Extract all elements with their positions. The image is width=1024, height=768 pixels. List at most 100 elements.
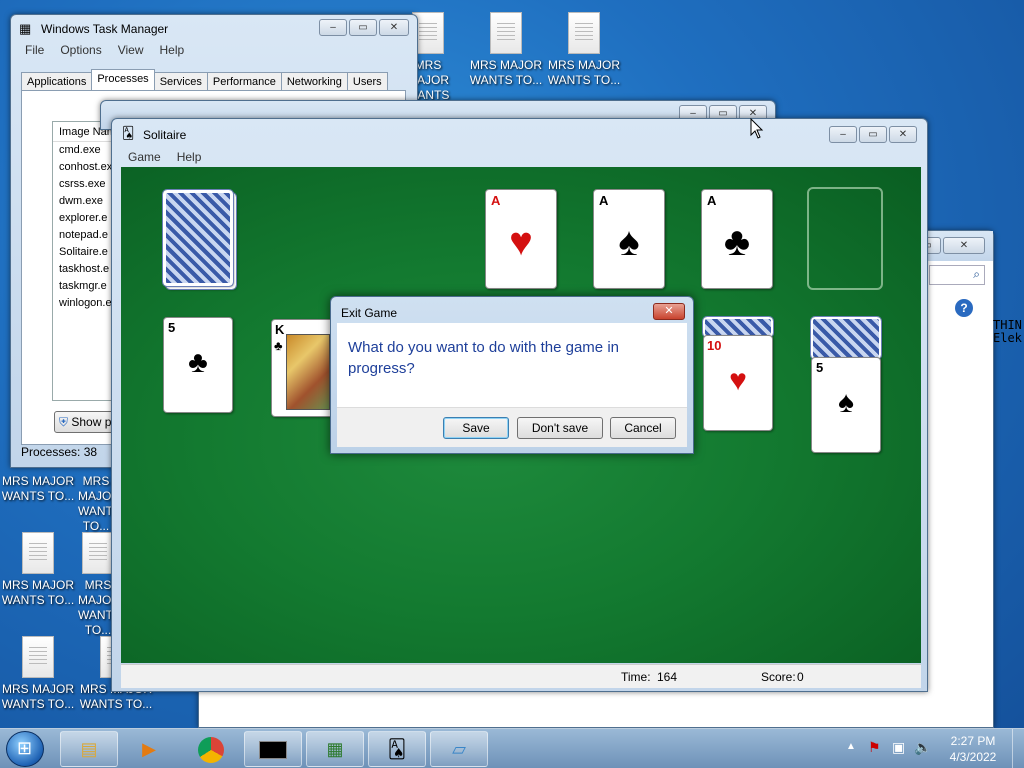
menu-bar: Game Help bbox=[128, 150, 201, 164]
menu-bar: File Options View Help bbox=[25, 43, 184, 57]
action-center-icon[interactable]: ⚑ bbox=[868, 739, 881, 756]
card-rank: A bbox=[707, 193, 717, 208]
minimize-button[interactable]: – bbox=[319, 19, 347, 36]
desktop-icon-label: MRS MAJOR bbox=[2, 474, 74, 488]
menu-game[interactable]: Game bbox=[128, 150, 161, 164]
media-player-icon: ▶ bbox=[142, 739, 156, 759]
process-count: Processes: 38 bbox=[21, 445, 98, 459]
network-icon[interactable]: ▣ bbox=[892, 739, 905, 756]
menu-view[interactable]: View bbox=[118, 43, 144, 57]
minimize-button[interactable]: – bbox=[829, 126, 857, 143]
card-rank: 10 bbox=[707, 338, 722, 353]
document-icon bbox=[22, 532, 54, 574]
tab-networking[interactable]: Networking bbox=[280, 72, 348, 91]
clock-date: 4/3/2022 bbox=[949, 750, 997, 764]
taskbar-solitaire[interactable]: 🂡 bbox=[368, 731, 426, 767]
tab-processes[interactable]: Processes bbox=[91, 69, 155, 91]
foundation-hearts[interactable]: A ♥ bbox=[485, 189, 557, 289]
spade-suit-icon: ♠ bbox=[838, 386, 854, 419]
desktop-icon[interactable]: MRS MAJOR WANTS TO... bbox=[546, 12, 622, 88]
card-rank: A bbox=[491, 193, 501, 208]
taskbar-media-player[interactable]: ▶ bbox=[120, 731, 178, 767]
maximize-button[interactable]: ▭ bbox=[349, 19, 377, 36]
mouse-cursor-icon bbox=[750, 118, 764, 139]
desktop-icon[interactable]: MRS MAJOR WANTS TO... bbox=[468, 12, 544, 88]
tableau-card[interactable]: 5 ♣ bbox=[163, 317, 233, 413]
desktop-icon-label: WANTS TO... bbox=[1, 593, 75, 607]
desktop-icon[interactable]: MRS MAJOR WANTS TO... bbox=[78, 474, 114, 534]
taskbar: ⊞ ▤ ▶ ▦ 🂡 ▱ ▲ ⚑ ▣ 🔈 2:27 PM 4/3/2022 bbox=[0, 728, 1024, 768]
taskbar-explorer[interactable]: ▤ bbox=[60, 731, 118, 767]
tableau-card[interactable]: 5 ♠ bbox=[811, 357, 881, 453]
tab-services[interactable]: Services bbox=[153, 72, 208, 91]
document-icon bbox=[22, 636, 54, 678]
club-suit-icon: ♣ bbox=[188, 346, 208, 379]
foundation-spades[interactable]: A ♠ bbox=[593, 189, 665, 289]
cancel-button[interactable]: Cancel bbox=[610, 417, 676, 439]
tableau-facedown-card bbox=[810, 316, 882, 360]
folder-icon: ▤ bbox=[80, 739, 98, 759]
menu-file[interactable]: File bbox=[25, 43, 44, 57]
notepad-icon: ▱ bbox=[452, 739, 466, 759]
desktop-icon-label: WANTS TO... bbox=[79, 697, 153, 711]
club-suit-icon: ♣ bbox=[723, 220, 751, 264]
close-button[interactable]: ✕ bbox=[889, 126, 917, 143]
search-box[interactable]: ⌕ bbox=[929, 265, 985, 285]
taskbar-task-manager[interactable]: ▦ bbox=[306, 731, 364, 767]
document-icon bbox=[568, 12, 600, 54]
show-desktop-button[interactable] bbox=[1012, 729, 1024, 768]
desktop-icon[interactable]: MRS MAJOR WANTS TO... bbox=[0, 636, 76, 712]
desktop-icon[interactable]: MRS MAJOR WANTS TO... bbox=[0, 532, 76, 608]
solitaire-app-icon: 🂡 bbox=[122, 126, 135, 140]
window-title: Windows Task Manager bbox=[41, 22, 169, 36]
desktop-icon-label: MRS MAJOR bbox=[470, 58, 542, 72]
king-portrait bbox=[286, 334, 330, 410]
dialog-body: What do you want to do with the game in … bbox=[337, 323, 687, 407]
desktop-icon[interactable]: MRS MAJOR WANTS TO... bbox=[0, 474, 76, 504]
document-icon bbox=[490, 12, 522, 54]
show-hidden-icons-icon[interactable]: ▲ bbox=[846, 741, 856, 752]
tableau-card[interactable]: 10 ♥ bbox=[703, 335, 773, 431]
time-label: Time: bbox=[621, 670, 651, 684]
help-icon[interactable]: ? bbox=[955, 299, 973, 317]
menu-help[interactable]: Help bbox=[160, 43, 185, 57]
desktop-icon-label: MRS MAJOR bbox=[548, 58, 620, 72]
heart-suit-icon: ♥ bbox=[729, 364, 747, 397]
taskbar-notepad[interactable]: ▱ bbox=[430, 731, 488, 767]
clock[interactable]: 2:27 PM 4/3/2022 bbox=[940, 733, 1006, 765]
foundation-empty-slot[interactable] bbox=[807, 187, 883, 290]
dialog-footer: Save Don't save Cancel bbox=[337, 407, 687, 447]
stock-card bbox=[162, 189, 234, 287]
save-button[interactable]: Save bbox=[443, 417, 509, 439]
score-value: 0 bbox=[797, 670, 804, 684]
menu-options[interactable]: Options bbox=[60, 43, 101, 57]
windows-logo-icon: ⊞ bbox=[17, 738, 33, 758]
card-rank: 5 bbox=[168, 320, 176, 335]
card-rank: K bbox=[275, 322, 285, 337]
tab-applications[interactable]: Applications bbox=[21, 72, 93, 91]
tab-performance[interactable]: Performance bbox=[206, 72, 282, 91]
card-rank: 5 bbox=[816, 360, 824, 375]
background-text-line: Elek bbox=[993, 331, 1022, 345]
close-button[interactable]: ✕ bbox=[379, 19, 409, 36]
exit-game-dialog[interactable]: Exit Game ✕ What do you want to do with … bbox=[330, 296, 694, 454]
dialog-title: Exit Game bbox=[341, 306, 398, 320]
window-title: Solitaire bbox=[143, 128, 187, 142]
menu-help[interactable]: Help bbox=[177, 150, 202, 164]
volume-icon[interactable]: 🔈 bbox=[914, 739, 931, 756]
cmd-icon bbox=[259, 741, 287, 760]
show-processes-label: Show p bbox=[71, 415, 112, 429]
shield-icon: ⛨ bbox=[59, 415, 69, 429]
taskbar-chrome[interactable] bbox=[182, 731, 240, 767]
dont-save-button[interactable]: Don't save bbox=[517, 417, 603, 439]
tab-users[interactable]: Users bbox=[346, 72, 388, 91]
start-button[interactable]: ⊞ bbox=[6, 731, 44, 767]
maximize-button[interactable]: ▭ bbox=[859, 126, 887, 143]
close-button[interactable]: ✕ bbox=[943, 237, 985, 254]
dialog-close-button[interactable]: ✕ bbox=[653, 303, 685, 320]
task-manager-icon: ▦ bbox=[326, 739, 344, 759]
desktop-icon-label: MRS MAJOR bbox=[78, 474, 114, 503]
foundation-clubs[interactable]: A ♣ bbox=[701, 189, 773, 289]
document-icon bbox=[82, 532, 114, 574]
taskbar-command-prompt[interactable] bbox=[244, 731, 302, 767]
